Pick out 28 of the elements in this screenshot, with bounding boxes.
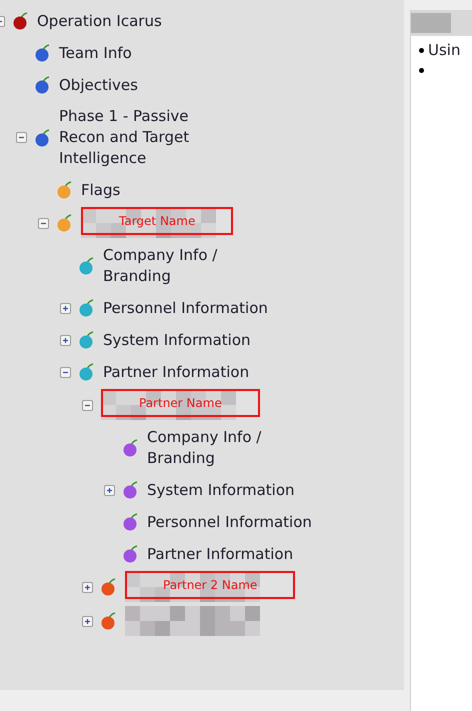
tree-item-label[interactable]: Partner Information — [147, 538, 294, 570]
tree-item-label[interactable]: System Information — [103, 324, 251, 356]
tree-item-label[interactable]: Operation Icarus — [37, 6, 162, 36]
expand-toggle-icon[interactable] — [104, 484, 115, 496]
expand-toggle-icon[interactable] — [82, 616, 93, 626]
tree-item-label[interactable]: Personnel Information — [103, 292, 268, 324]
annotation-label: Partner Name — [101, 389, 260, 417]
tree-item-label[interactable]: Company Info / Branding — [103, 240, 218, 292]
expand-toggle-icon[interactable] — [60, 302, 71, 314]
collapse-toggle-icon[interactable] — [16, 132, 27, 143]
tree-item-label[interactable]: Flags — [81, 174, 120, 206]
annotation-label: Partner 2 Name — [125, 571, 296, 599]
tree-item-label[interactable]: Company Info / Branding — [147, 422, 262, 474]
collapse-toggle-icon[interactable] — [82, 400, 93, 410]
bullet-text: Usin — [428, 40, 460, 61]
tree-item-label[interactable]: Partner Information — [103, 356, 250, 388]
annotation-label: Target Name — [81, 207, 234, 235]
tree-item-label[interactable]: Phase 1 - Passive Recon and Target Intelligence — [59, 101, 190, 174]
tree-item-label[interactable]: Personnel Information — [147, 506, 312, 538]
bullet-icon — [419, 48, 424, 52]
collapse-toggle-icon[interactable] — [38, 218, 49, 228]
bullet-icon — [419, 68, 424, 72]
tree-item-label[interactable]: Objectives — [59, 70, 138, 100]
tree-item-label[interactable]: Team Info — [59, 38, 132, 68]
expand-toggle-icon[interactable] — [82, 582, 93, 592]
collapse-toggle-icon[interactable] — [60, 366, 71, 378]
expand-toggle-icon[interactable] — [60, 334, 71, 346]
tree-item-label[interactable]: System Information — [147, 474, 295, 506]
